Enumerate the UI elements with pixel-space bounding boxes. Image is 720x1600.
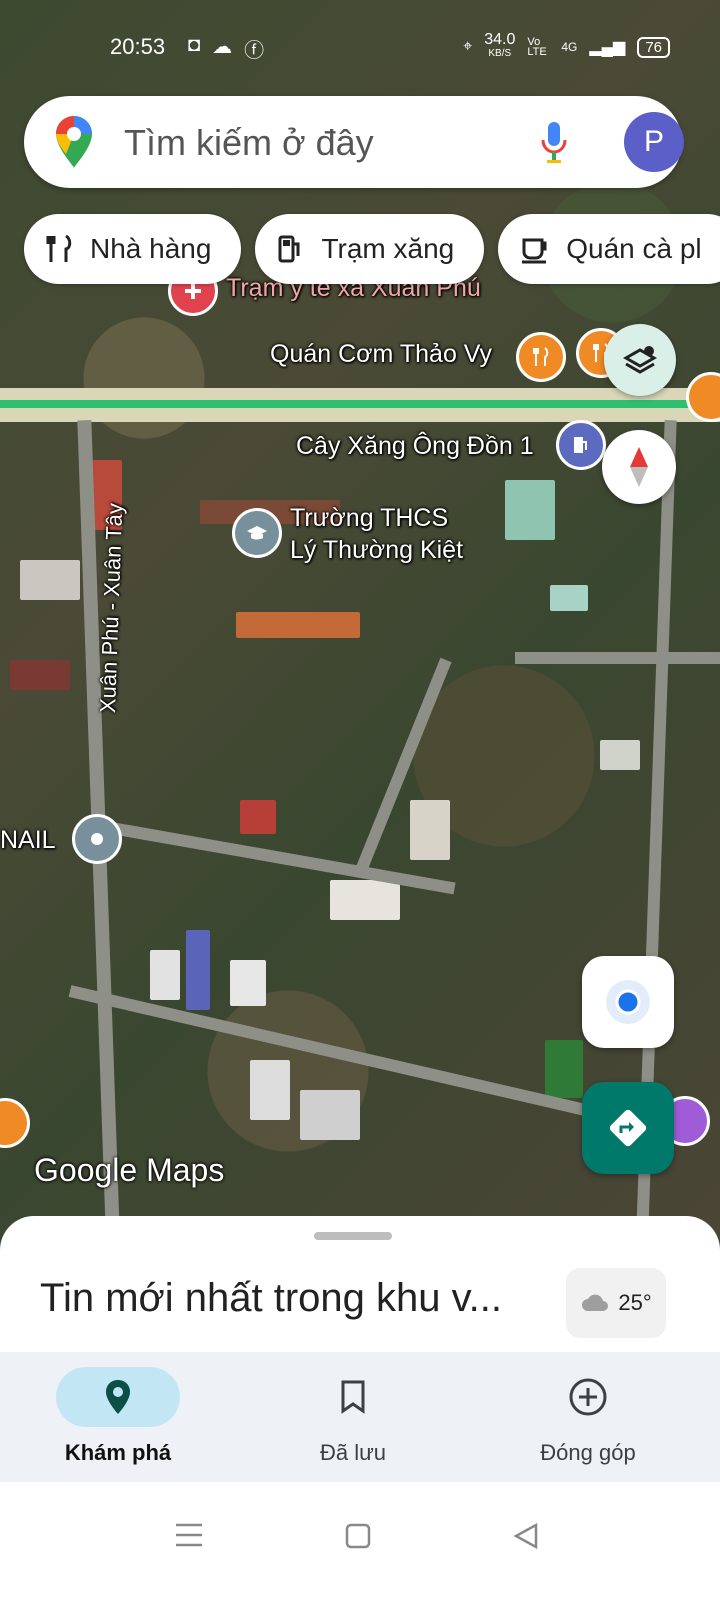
sheet-title[interactable]: Tin mới nhất trong khu v... [40,1276,502,1321]
building [600,740,640,770]
compass-button[interactable] [602,430,676,504]
layers-button[interactable] [604,324,676,396]
road [515,652,720,664]
label-gas-station[interactable]: Cây Xăng Ông Đồn 1 [296,432,534,461]
label-school-line2[interactable]: Lý Thường Kiệt [290,536,463,565]
restaurant-marker-edge[interactable] [0,1098,30,1148]
directions-button[interactable] [582,1082,674,1174]
signal-icon: ▂▄▆ [589,39,626,56]
road [98,820,456,895]
search-input[interactable] [122,114,516,172]
label-restaurant[interactable]: Quán Cơm Thảo Vy [270,340,492,369]
microphone-icon[interactable] [538,118,570,171]
building [236,612,360,638]
route-line [0,400,720,408]
label-nail[interactable]: NAIL [0,826,56,855]
building [150,950,180,1000]
building [20,560,80,600]
network-type: 4G [561,40,578,54]
nav-contribute[interactable]: Đóng góp [488,1364,688,1466]
notification-icon: ◘ [188,34,201,56]
explore-pin-icon [106,1380,130,1414]
back-icon[interactable] [512,1522,540,1555]
facebook-icon: ⓕ [244,40,265,62]
restaurant-icon [46,234,72,262]
add-circle-icon [569,1378,607,1416]
bookmark-icon [341,1380,365,1414]
chip-gas-stations[interactable]: Trạm xăng [255,214,485,284]
chip-cafes[interactable]: Quán cà pl [498,214,720,284]
building [10,660,70,690]
my-location-button[interactable] [582,956,674,1048]
menu-icon[interactable] [174,1522,204,1553]
building [410,800,450,860]
system-navigation-bar [0,1482,720,1600]
building [250,1060,290,1120]
building [505,480,555,540]
graduation-cap-icon [247,526,267,540]
bottom-navigation: Khám phá Đã lưu Đóng góp [0,1352,720,1482]
compass-icon [630,447,648,487]
building [550,585,588,611]
building [330,880,400,920]
temperature: 25° [618,1290,652,1315]
building [186,930,210,1010]
place-marker[interactable] [72,814,122,864]
category-chips: Nhà hàng Trạm xăng Quán cà pl [24,214,720,284]
volte-indicator: Vo LTE [527,36,547,58]
chip-restaurants[interactable]: Nhà hàng [24,214,242,284]
search-bar[interactable]: P [24,96,684,188]
label-school-line1[interactable]: Trường THCS [290,504,448,533]
school-marker[interactable] [232,508,282,558]
battery-indicator: 76 [637,36,670,58]
nav-explore[interactable]: Khám phá [18,1364,218,1466]
layers-icon [622,346,658,374]
medical-cross-icon [185,283,201,299]
gas-station-marker[interactable] [556,420,606,470]
network-speed: 34.0 KB/S [484,31,516,60]
restaurant-marker[interactable] [516,332,566,382]
map-canvas[interactable]: Trạm y tế xã Xuân Phú Quán Cơm Thảo Vy C… [0,0,720,1260]
dot-icon [91,833,103,845]
google-maps-logo: Google Maps [34,1152,225,1188]
status-time: 20:53 [110,34,166,59]
coffee-icon [522,238,547,264]
building [545,1040,583,1098]
building [300,1090,360,1140]
directions-icon [609,1109,647,1147]
cloud-icon: ☁ [212,36,233,58]
account-avatar[interactable]: P [624,112,684,172]
label-road: Xuân Phú - Xuân Tây [95,502,128,714]
building [240,800,276,834]
nav-saved[interactable]: Đã lưu [253,1364,453,1466]
gas-station-icon [278,235,300,263]
google-maps-pin-icon [54,114,94,175]
home-icon[interactable] [344,1522,372,1555]
bottom-sheet[interactable]: Tin mới nhất trong khu v... 25° [0,1216,720,1356]
drag-handle[interactable] [314,1232,392,1240]
status-bar: 20:53 ◘ ☁ ⓕ ⌖ 34.0 KB/S Vo LTE 4G ▂▄▆ 76 [0,0,720,90]
weather-chip[interactable]: 25° [566,1268,666,1338]
building [230,960,266,1006]
cloud-weather-icon [582,1294,609,1311]
location-dot-icon [606,980,650,1024]
location-icon: ⌖ [463,38,473,55]
fork-knife-icon [533,347,549,366]
fuel-pump-icon [574,437,587,453]
